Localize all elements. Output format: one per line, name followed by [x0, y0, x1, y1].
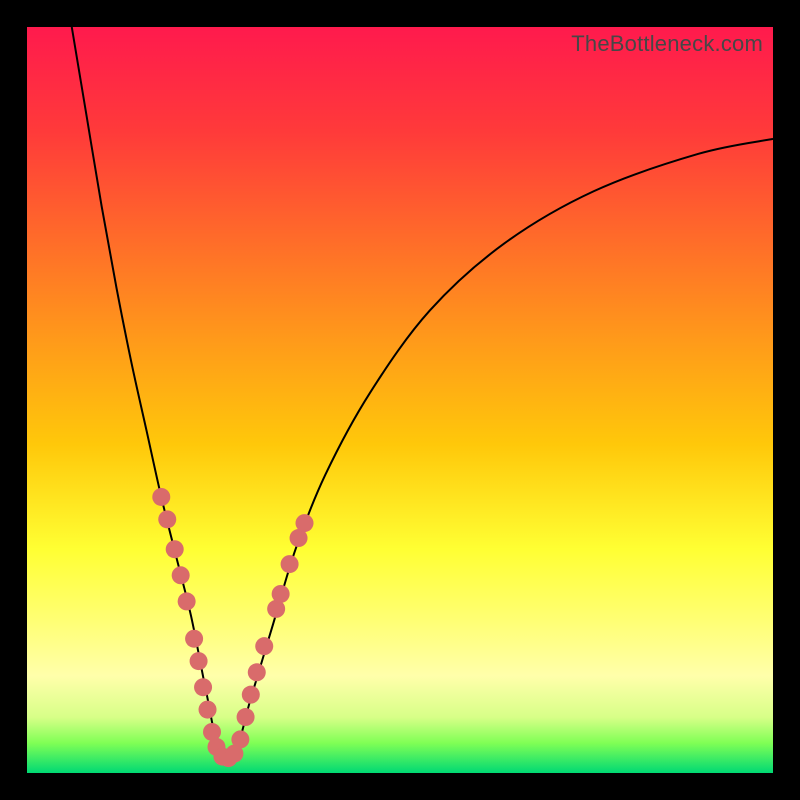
marker-dot — [231, 730, 249, 748]
marker-dot — [185, 630, 203, 648]
marker-dot — [199, 701, 217, 719]
marker-dot — [166, 540, 184, 558]
plot-area: TheBottleneck.com — [27, 27, 773, 773]
marker-dot — [152, 488, 170, 506]
marker-dot — [281, 555, 299, 573]
marker-dot — [158, 510, 176, 528]
marker-dot — [190, 652, 208, 670]
bottleneck-curve — [72, 27, 773, 763]
marker-dot — [296, 514, 314, 532]
marker-dot — [178, 592, 196, 610]
marker-dot — [255, 637, 273, 655]
chart-svg — [27, 27, 773, 773]
marker-dot — [194, 678, 212, 696]
marker-dot — [242, 686, 260, 704]
chart-frame: TheBottleneck.com — [0, 0, 800, 800]
marker-dot — [272, 585, 290, 603]
marker-dot — [237, 708, 255, 726]
marker-dot — [248, 663, 266, 681]
marker-dot — [172, 566, 190, 584]
marker-dots-group — [152, 488, 313, 767]
